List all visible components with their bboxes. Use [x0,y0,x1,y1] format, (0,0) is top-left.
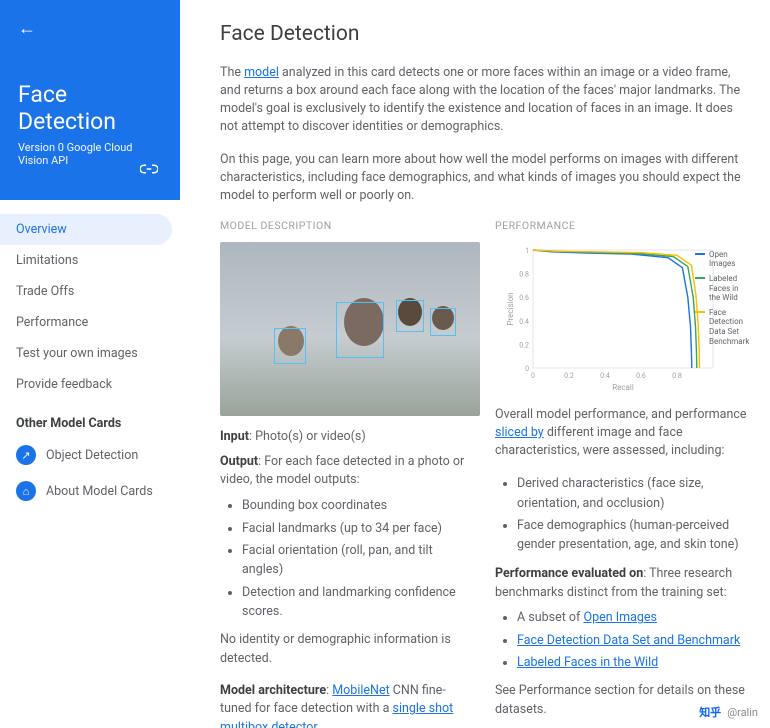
svg-text:0.8: 0.8 [519,270,529,278]
overall-performance-text: Overall model performance, and performan… [495,406,750,460]
sidebar-title: Face Detection [18,81,162,135]
sidebar-nav: OverviewLimitationsTrade OffsPerformance… [0,200,180,400]
model-description-column: MODEL DESCRIPTION Input: Photo(s) or vid… [220,219,475,728]
svg-text:0: 0 [531,372,535,380]
model-description-label: MODEL DESCRIPTION [220,219,475,232]
main-content: Face Detection The model analyzed in thi… [180,0,770,728]
face-bounding-box [336,302,384,358]
list-item: Face demographics (human-perceived gende… [517,516,750,555]
list-item: Derived characteristics (face size, orie… [517,474,750,513]
performance-column: PERFORMANCE 0 0.2 0.4 0.6 0.8 0 0.2 0.4 0.6 0.8 1 R… [495,219,750,728]
chart-legend: Open ImagesLabeled Faces in the WildFace… [695,250,751,351]
face-bounding-box [430,308,456,336]
benchmarks-list: A subset of Open Images Face Detection Da… [495,608,750,672]
sidebar-header: ← Face Detection Version 0 Google Cloud … [0,0,180,200]
nav-item-provide-feedback[interactable]: Provide feedback [0,369,172,400]
no-identity-note: No identity or demographic information i… [220,631,475,667]
sidebar: ← Face Detection Version 0 Google Cloud … [0,0,180,728]
sample-image [220,242,480,416]
output-row: Output: For each face detected in a phot… [220,453,475,491]
card-icon: ↗ [16,445,36,465]
back-arrow-icon[interactable]: ← [18,18,36,39]
list-item: Facial landmarks (up to 34 per face) [242,519,475,538]
list-item: A subset of Open Images [517,608,750,627]
intro-paragraph-1: The model analyzed in this card detects … [220,64,750,137]
svg-text:0: 0 [525,365,529,373]
list-item: Face Detection Data Set and Benchmark [517,631,750,650]
input-row: Input: Photo(s) or video(s) [220,428,475,447]
nav-item-limitations[interactable]: Limitations [0,245,172,276]
svg-text:0.6: 0.6 [636,372,646,380]
precision-recall-chart: 0 0.2 0.4 0.6 0.8 0 0.2 0.4 0.6 0.8 1 Recall Precisi… [503,242,723,392]
svg-text:0.6: 0.6 [519,294,529,302]
nav-item-performance[interactable]: Performance [0,307,172,338]
benchmark-link[interactable]: Labeled Faces in the Wild [517,655,658,670]
svg-text:0.8: 0.8 [672,372,682,380]
page-title: Face Detection [220,22,750,46]
svg-text:Recall: Recall [612,383,634,392]
model-architecture-row: Model architecture: MobileNet CNN fine-t… [220,682,475,728]
list-item: Facial orientation (roll, pan, and tilt … [242,541,475,580]
watermark: 知乎 @ralin [699,704,758,720]
zhihu-logo-icon: 知乎 [699,704,721,720]
svg-text:0.2: 0.2 [564,372,574,380]
face-bounding-box [396,300,424,332]
evaluated-on-row: Performance evaluated on: Three research… [495,565,750,603]
svg-text:0.4: 0.4 [519,318,529,326]
list-item: Labeled Faces in the Wild [517,653,750,672]
svg-text:1: 1 [525,247,529,255]
sliced-by-link[interactable]: sliced by [495,425,544,440]
list-item: Detection and landmarking confidence sco… [242,583,475,622]
other-model-cards-header: Other Model Cards [0,400,180,437]
svg-text:0.2: 0.2 [519,341,529,349]
link-icon[interactable] [140,160,158,178]
svg-text:Precision: Precision [506,292,515,325]
output-list: Bounding box coordinates Facial landmarks… [220,496,475,621]
nav-item-test-your-own-images[interactable]: Test your own images [0,338,172,369]
characteristics-list: Derived characteristics (face size, orie… [495,474,750,555]
nav-item-overview[interactable]: Overview [0,214,172,245]
face-bounding-box [274,328,306,364]
other-card-object-detection[interactable]: ↗Object Detection [0,437,180,473]
benchmark-link[interactable]: Open Images [583,610,657,625]
intro-paragraph-2: On this page, you can learn more about h… [220,151,750,205]
other-card-about-model-cards[interactable]: ⌂About Model Cards [0,473,180,509]
model-link[interactable]: model [244,65,279,80]
mobilenet-link[interactable]: MobileNet [332,683,389,698]
list-item: Bounding box coordinates [242,496,475,515]
svg-text:0.4: 0.4 [600,372,610,380]
card-icon: ⌂ [16,481,36,501]
performance-label: PERFORMANCE [495,219,750,232]
benchmark-link[interactable]: Face Detection Data Set and Benchmark [517,633,740,648]
nav-item-trade-offs[interactable]: Trade Offs [0,276,172,307]
